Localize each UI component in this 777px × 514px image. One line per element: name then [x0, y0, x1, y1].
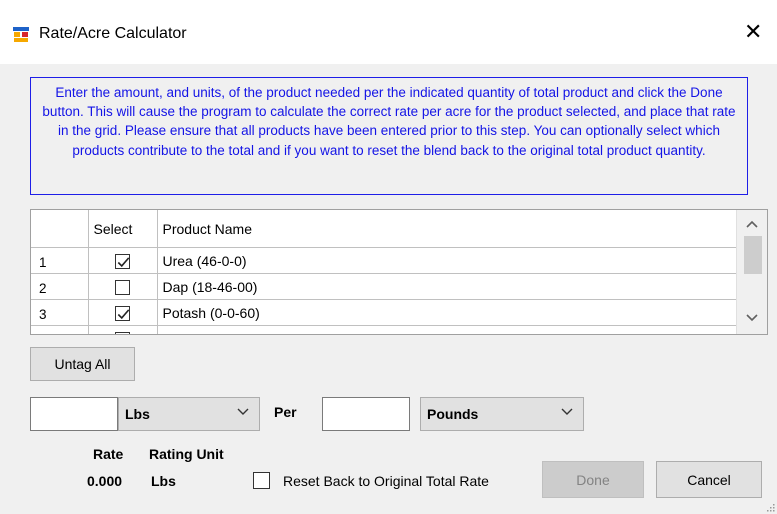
- chevron-down-icon: [237, 408, 249, 415]
- table-row[interactable]: 1 Urea (46-0-0): [31, 247, 737, 274]
- grid-scrollbar[interactable]: [736, 210, 767, 334]
- amount-unit-select[interactable]: Lbs: [118, 397, 260, 431]
- instructions-text: Enter the amount, and units, of the prod…: [30, 77, 748, 195]
- table-row[interactable]: Ammonium Sulfate: [31, 325, 737, 334]
- amount-unit-value: Lbs: [125, 406, 150, 422]
- per-unit-select[interactable]: Pounds: [420, 397, 584, 431]
- table-row[interactable]: 3 Potash (0-0-60): [31, 299, 737, 326]
- cancel-button[interactable]: Cancel: [656, 461, 762, 498]
- table-row[interactable]: 2 Dap (18-46-00): [31, 273, 737, 300]
- per-unit-value: Pounds: [427, 406, 479, 422]
- untag-all-button[interactable]: Untag All: [30, 347, 135, 381]
- row-number: 2: [31, 273, 89, 300]
- per-quantity-input[interactable]: [322, 397, 410, 431]
- row-number: [31, 325, 89, 334]
- window-title: Rate/Acre Calculator: [39, 25, 187, 42]
- grid-header-row: Select Product Name: [31, 210, 737, 248]
- select-checkbox[interactable]: [115, 331, 130, 334]
- per-label: Per: [274, 404, 297, 420]
- chevron-down-icon: [561, 408, 573, 415]
- reset-checkbox-label[interactable]: Reset Back to Original Total Rate: [283, 473, 489, 489]
- check-icon: [117, 309, 130, 320]
- done-button[interactable]: Done: [542, 461, 644, 498]
- row-number: 1: [31, 247, 89, 274]
- grid-header-product-name[interactable]: Product Name: [157, 210, 737, 248]
- amount-input[interactable]: [30, 397, 118, 431]
- check-icon: [117, 257, 130, 268]
- resize-grip-icon[interactable]: [765, 502, 775, 512]
- scroll-down-icon[interactable]: [746, 314, 758, 322]
- rate-value: 0.000: [87, 473, 123, 489]
- grid-header-select[interactable]: Select: [88, 210, 158, 248]
- product-name-cell[interactable]: Dap (18-46-00): [157, 273, 737, 300]
- select-checkbox[interactable]: [115, 279, 130, 295]
- grid-header-rownum: [31, 210, 89, 248]
- close-icon[interactable]: ✕: [744, 21, 762, 43]
- product-name-cell[interactable]: Potash (0-0-60): [157, 299, 737, 326]
- product-grid[interactable]: Select Product Name 1 Urea (46-0-0) 2 Da…: [30, 209, 768, 335]
- title-bar: Rate/Acre Calculator ✕: [0, 0, 777, 64]
- product-name-cell[interactable]: Ammonium Sulfate: [157, 325, 737, 334]
- scroll-up-icon[interactable]: [746, 220, 758, 228]
- window-form-icon: [13, 27, 29, 43]
- select-checkbox[interactable]: [115, 305, 130, 321]
- product-name-cell[interactable]: Urea (46-0-0): [157, 247, 737, 274]
- rate-label: Rate: [93, 446, 124, 462]
- row-number: 3: [31, 299, 89, 326]
- rating-unit-value: Lbs: [151, 473, 176, 489]
- scrollbar-thumb[interactable]: [744, 236, 762, 274]
- select-checkbox[interactable]: [115, 253, 130, 269]
- rating-unit-label: Rating Unit: [149, 446, 224, 462]
- reset-checkbox[interactable]: [253, 472, 270, 489]
